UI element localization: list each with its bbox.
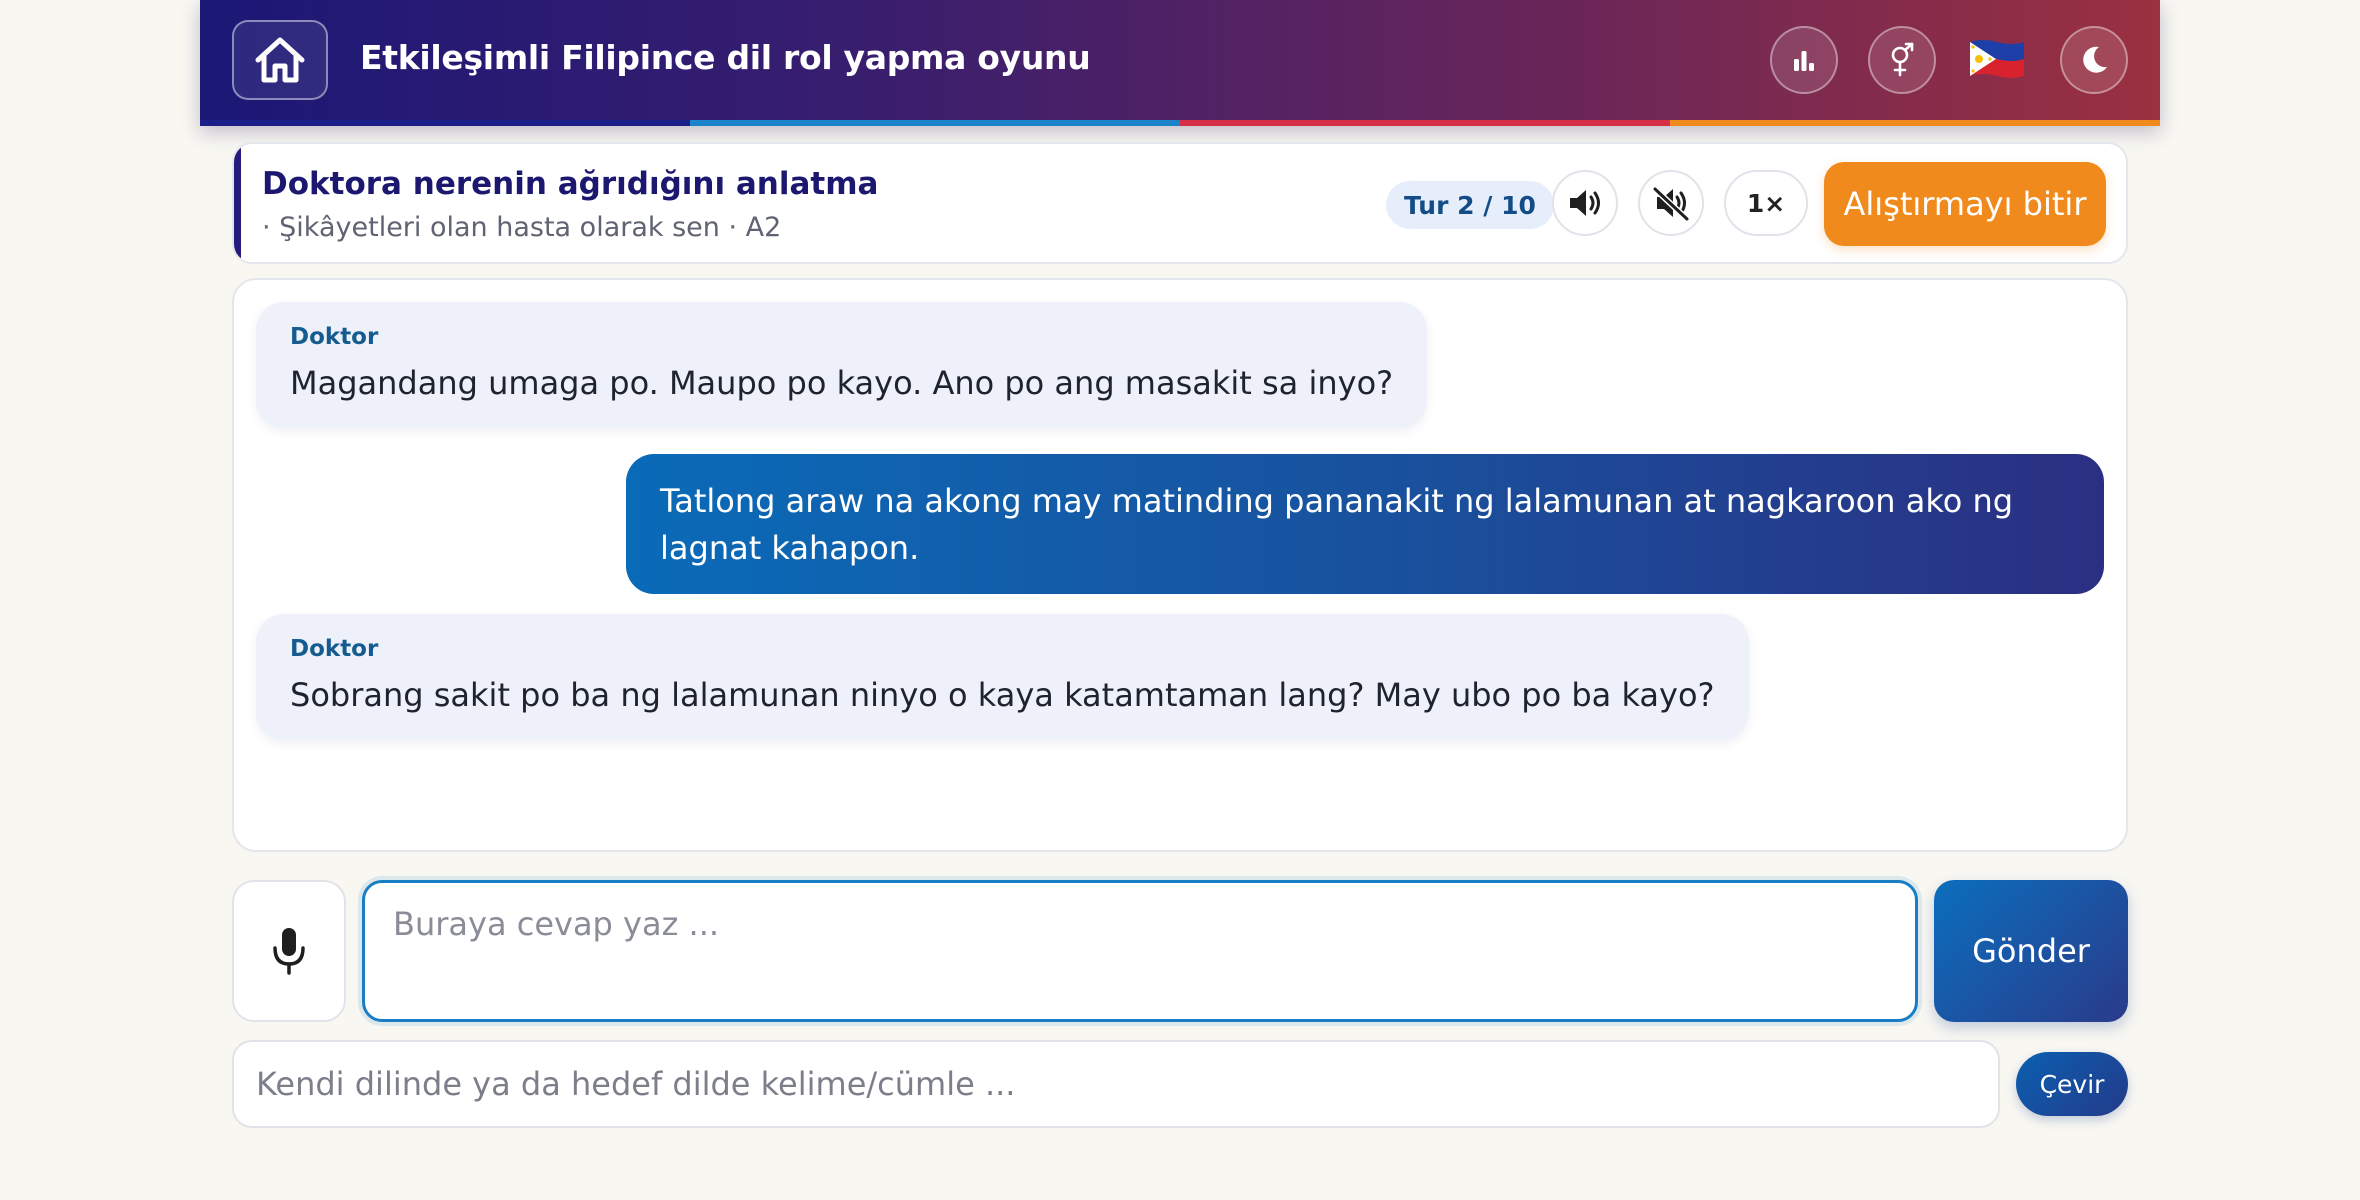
- header-color-stripes: [200, 120, 2160, 126]
- send-button[interactable]: Gönder: [1934, 880, 2128, 1022]
- theme-toggle-button[interactable]: [2060, 26, 2128, 94]
- scenario-accent: [234, 144, 241, 262]
- stats-button[interactable]: [1770, 26, 1838, 94]
- microphone-icon: [273, 928, 305, 975]
- gender-icon: [1891, 42, 1914, 77]
- bot-message: Doktor Magandang umaga po. Maupo po kayo…: [256, 302, 1428, 428]
- translate-button[interactable]: Çevir: [2016, 1052, 2128, 1116]
- reply-input[interactable]: [362, 880, 1918, 1022]
- scenario-subtitle: · Şikâyetleri olan hasta olarak sen · A2: [262, 212, 782, 243]
- audio-button[interactable]: [1552, 170, 1618, 236]
- playback-speed-button[interactable]: 1×: [1724, 170, 1808, 236]
- scenario-title: Doktora nerenin ağrıdığını anlatma: [262, 166, 879, 202]
- speaker-icon: [1570, 190, 1600, 216]
- message-speaker: Doktor: [290, 324, 379, 350]
- gender-button[interactable]: [1868, 26, 1936, 94]
- home-button[interactable]: [232, 20, 328, 100]
- microphone-button[interactable]: [232, 880, 346, 1022]
- moon-icon: [2083, 46, 2107, 73]
- user-message: Tatlong araw na akong may matinding pana…: [626, 454, 2104, 594]
- turn-counter-badge: Tur 2 / 10: [1386, 181, 1554, 229]
- bot-message: Doktor Sobrang sakit po ba ng lalamunan …: [256, 614, 1749, 740]
- app-header: Etkileşimli Filipince dil rol yapma oyun…: [200, 0, 2160, 126]
- message-text: Tatlong araw na akong may matinding pana…: [660, 482, 2014, 567]
- mute-icon: [1652, 186, 1690, 221]
- message-speaker: Doktor: [290, 636, 379, 662]
- translate-input[interactable]: [232, 1040, 2000, 1128]
- message-text: Magandang umaga po. Maupo po kayo. Ano p…: [290, 364, 1394, 402]
- philippines-flag-icon[interactable]: [1968, 38, 2026, 80]
- mute-button[interactable]: [1638, 170, 1704, 236]
- bar-chart-icon: [1794, 51, 1814, 71]
- message-text: Sobrang sakit po ba ng lalamunan ninyo o…: [290, 676, 1715, 714]
- home-icon: [255, 37, 305, 83]
- app-title: Etkileşimli Filipince dil rol yapma oyun…: [360, 38, 1091, 77]
- chat-panel: Doktor Magandang umaga po. Maupo po kayo…: [232, 278, 2128, 852]
- scenario-bar: Doktora nerenin ağrıdığını anlatma · Şik…: [232, 142, 2128, 264]
- finish-exercise-button[interactable]: Alıştırmayı bitir: [1824, 162, 2106, 246]
